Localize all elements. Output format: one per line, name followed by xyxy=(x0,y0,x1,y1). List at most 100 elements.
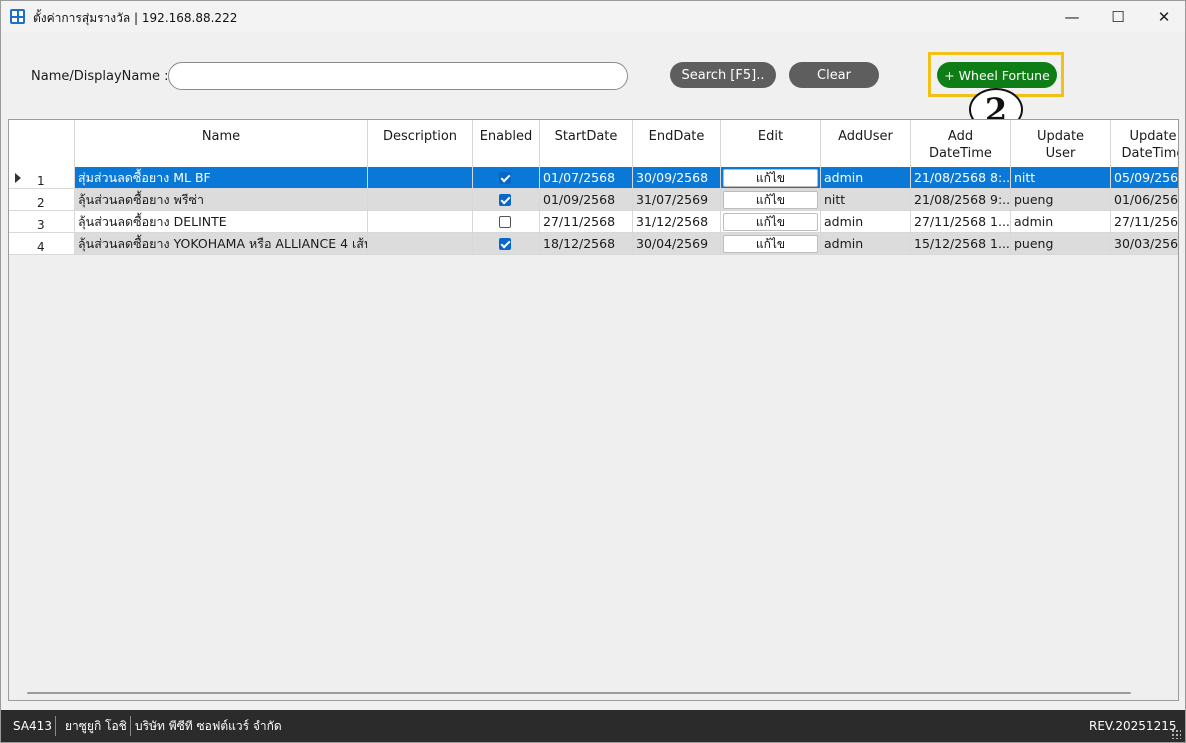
cell-end-date[interactable]: 30/04/2569 xyxy=(633,233,721,255)
cell-start-date[interactable]: 18/12/2568 xyxy=(540,233,633,255)
cell-enabled[interactable] xyxy=(473,233,540,255)
cell-start-date[interactable]: 01/07/2568 xyxy=(540,167,633,189)
enabled-checkbox[interactable] xyxy=(499,172,511,184)
column-header-update-datetime-line2: DateTime xyxy=(1121,146,1179,161)
row-number: 4 xyxy=(37,240,45,254)
column-header-add-user[interactable]: AddUser xyxy=(821,120,911,167)
column-header-description[interactable]: Description xyxy=(368,120,473,167)
column-header-update-datetime[interactable]: Update DateTime xyxy=(1111,120,1179,167)
edit-button[interactable]: แก้ไข xyxy=(723,235,818,253)
enabled-checkbox[interactable] xyxy=(499,216,511,228)
enabled-checkbox[interactable] xyxy=(499,194,511,206)
main-window: ตั้งค่าการสุ่มรางวัล | 192.168.88.222 — … xyxy=(0,0,1186,743)
column-header-enabled[interactable]: Enabled xyxy=(473,120,540,167)
wheel-fortune-button[interactable]: + Wheel Fortune xyxy=(937,62,1057,88)
edit-button[interactable]: แก้ไข xyxy=(723,169,818,187)
cell-edit: แก้ไข xyxy=(721,211,821,233)
status-divider xyxy=(130,716,131,736)
column-header-start-date[interactable]: StartDate xyxy=(540,120,633,167)
cell-add-user[interactable]: admin xyxy=(821,167,911,189)
column-header-add-datetime[interactable]: Add DateTime xyxy=(911,120,1011,167)
cell-name[interactable]: ลุ้นส่วนลดซื้อยาง พรีซ่า xyxy=(75,189,368,211)
column-header-add-datetime-line2: DateTime xyxy=(929,146,992,161)
maximize-button[interactable]: ☐ xyxy=(1095,1,1141,32)
row-number: 2 xyxy=(37,196,45,210)
client-area: Name/DisplayName : Search [F5].. Clear +… xyxy=(1,32,1185,710)
enabled-checkbox[interactable] xyxy=(499,238,511,250)
cell-name[interactable]: ลุ้นส่วนลดซื้อยาง DELINTE xyxy=(75,211,368,233)
cell-update-datetime[interactable]: 30/03/2569 xyxy=(1111,233,1178,255)
edit-button[interactable]: แก้ไข xyxy=(723,213,818,231)
table-row[interactable]: 4 ลุ้นส่วนลดซื้อยาง YOKOHAMA หรือ ALLIAN… xyxy=(9,233,1178,255)
app-grid-icon xyxy=(10,9,25,24)
cell-update-user[interactable]: pueng xyxy=(1011,233,1111,255)
horizontal-scrollbar[interactable] xyxy=(27,692,1131,694)
column-header-update-user[interactable]: Update User xyxy=(1011,120,1111,167)
cell-update-user[interactable]: admin xyxy=(1011,211,1111,233)
search-button[interactable]: Search [F5].. xyxy=(670,62,776,88)
name-search-input[interactable] xyxy=(168,62,628,90)
table-row[interactable]: 2 ลุ้นส่วนลดซื้อยาง พรีซ่า 01/09/2568 31… xyxy=(9,189,1178,211)
cell-add-user[interactable]: admin xyxy=(821,233,911,255)
prize-data-grid[interactable]: Name Description Enabled StartDate EndDa… xyxy=(8,119,1179,701)
close-button[interactable]: ✕ xyxy=(1141,1,1185,32)
current-row-arrow-icon xyxy=(15,173,21,183)
cell-add-datetime[interactable]: 21/08/2568 9:... xyxy=(911,189,1011,211)
column-header-update-datetime-line1: Update xyxy=(1129,129,1177,144)
row-number: 1 xyxy=(37,174,45,188)
table-row[interactable]: 1 สุ่มส่วนลดซื้อยาง ML BF 01/07/2568 30/… xyxy=(9,167,1178,189)
cell-name[interactable]: สุ่มส่วนลดซื้อยาง ML BF xyxy=(75,167,368,189)
cell-update-user[interactable]: pueng xyxy=(1011,189,1111,211)
cell-enabled[interactable] xyxy=(473,167,540,189)
column-header-name[interactable]: Name xyxy=(75,120,368,167)
column-header-edit[interactable]: Edit xyxy=(721,120,821,167)
edit-button[interactable]: แก้ไข xyxy=(723,191,818,209)
status-company-name: บริษัท พีซีที ซอฟต์แวร์ จำกัด xyxy=(135,719,282,733)
cell-description[interactable] xyxy=(368,189,473,211)
cell-update-datetime[interactable]: 27/11/2568 xyxy=(1111,211,1178,233)
row-number: 3 xyxy=(37,218,45,232)
cell-enabled[interactable] xyxy=(473,211,540,233)
row-header-corner xyxy=(9,120,75,167)
cell-add-datetime[interactable]: 15/12/2568 1... xyxy=(911,233,1011,255)
status-user-name: ยาซูยูกิ โอชิ xyxy=(65,719,127,733)
status-bar: SA413 ยาซูยูกิ โอชิ บริษัท พีซีที ซอฟต์แ… xyxy=(1,710,1185,742)
cell-end-date[interactable]: 31/07/2569 xyxy=(633,189,721,211)
row-header[interactable]: 2 xyxy=(9,189,75,211)
cell-add-datetime[interactable]: 21/08/2568 8:... xyxy=(911,167,1011,189)
resize-grip-icon[interactable] xyxy=(1171,729,1181,739)
row-header[interactable]: 4 xyxy=(9,233,75,255)
cell-description[interactable] xyxy=(368,211,473,233)
row-header[interactable]: 3 xyxy=(9,211,75,233)
title-bar[interactable]: ตั้งค่าการสุ่มรางวัล | 192.168.88.222 — … xyxy=(1,1,1185,32)
column-header-add-datetime-line1: Add xyxy=(947,129,974,144)
status-divider xyxy=(55,716,56,736)
cell-add-user[interactable]: admin xyxy=(821,211,911,233)
table-row[interactable]: 3 ลุ้นส่วนลดซื้อยาง DELINTE 27/11/2568 3… xyxy=(9,211,1178,233)
grid-header-row: Name Description Enabled StartDate EndDa… xyxy=(9,120,1179,168)
cell-update-user[interactable]: nitt xyxy=(1011,167,1111,189)
cell-end-date[interactable]: 30/09/2568 xyxy=(633,167,721,189)
minimize-button[interactable]: — xyxy=(1049,1,1095,32)
window-title: ตั้งค่าการสุ่มรางวัล | 192.168.88.222 xyxy=(33,11,238,25)
cell-update-datetime[interactable]: 05/09/2568 xyxy=(1111,167,1178,189)
cell-end-date[interactable]: 31/12/2568 xyxy=(633,211,721,233)
row-header[interactable]: 1 xyxy=(9,167,75,189)
column-header-end-date[interactable]: EndDate xyxy=(633,120,721,167)
cell-name[interactable]: ลุ้นส่วนลดซื้อยาง YOKOHAMA หรือ ALLIANCE… xyxy=(75,233,368,255)
clear-button[interactable]: Clear xyxy=(789,62,879,88)
cell-add-datetime[interactable]: 27/11/2568 1... xyxy=(911,211,1011,233)
cell-enabled[interactable] xyxy=(473,189,540,211)
cell-update-datetime[interactable]: 01/06/2569 xyxy=(1111,189,1178,211)
cell-edit: แก้ไข xyxy=(721,233,821,255)
cell-description[interactable] xyxy=(368,233,473,255)
status-revision: REV.20251215 xyxy=(1089,719,1177,733)
cell-edit: แก้ไข xyxy=(721,189,821,211)
cell-description[interactable] xyxy=(368,167,473,189)
column-header-update-user-line2: User xyxy=(1045,146,1076,161)
cell-start-date[interactable]: 27/11/2568 xyxy=(540,211,633,233)
cell-start-date[interactable]: 01/09/2568 xyxy=(540,189,633,211)
cell-add-user[interactable]: nitt xyxy=(821,189,911,211)
column-header-update-user-line1: Update xyxy=(1036,129,1085,144)
cell-edit: แก้ไข xyxy=(721,167,821,189)
